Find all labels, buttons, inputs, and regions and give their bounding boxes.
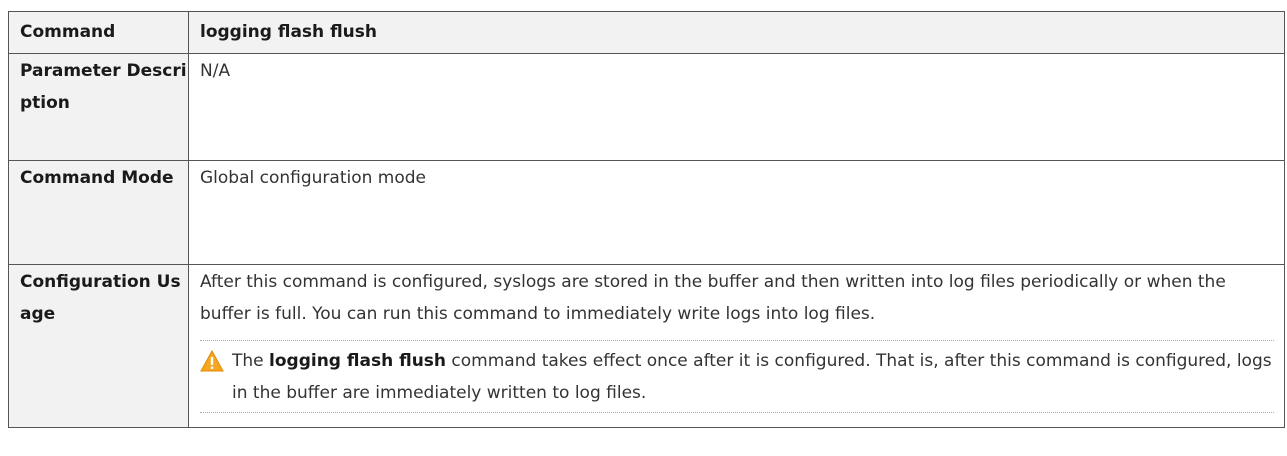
usage-row: Configuration Usage After this command i… — [8, 264, 1285, 428]
mode-row: Command Mode Global configuration mode — [8, 160, 1285, 265]
command-name: logging flash flush — [188, 11, 1285, 54]
header-row: Command logging flash flush — [8, 11, 1285, 54]
parameter-row: Parameter Description N/A — [8, 53, 1285, 161]
configuration-usage-value: After this command is configured, syslog… — [188, 264, 1285, 428]
note-command-name: logging flash flush — [269, 351, 447, 371]
command-label: Command — [8, 11, 189, 54]
warning-note-text: The logging flash flush command takes ef… — [232, 351, 1272, 403]
configuration-usage-label: Configuration Usage — [8, 264, 189, 428]
warning-icon — [200, 350, 224, 372]
command-mode-value: Global configuration mode — [188, 160, 1285, 265]
parameter-description-label: Parameter Description — [8, 53, 189, 161]
command-reference-table: Command logging flash flush Parameter De… — [8, 11, 1285, 428]
warning-note: The logging flash flush command takes ef… — [200, 340, 1274, 413]
usage-description: After this command is configured, syslog… — [200, 272, 1226, 324]
parameter-description-value: N/A — [188, 53, 1285, 161]
command-mode-label: Command Mode — [8, 160, 189, 265]
